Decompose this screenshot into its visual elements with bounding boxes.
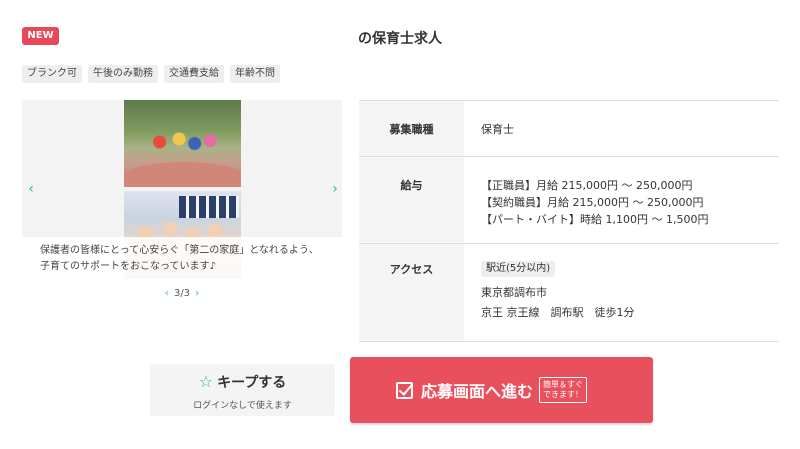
- star-outline-icon: ☆: [198, 372, 214, 391]
- apply-button[interactable]: 応募画面へ進む 簡単＆すぐ できます！: [350, 357, 653, 423]
- caption-line-1: 保護者の皆様にとって心安らぐ「第二の家庭」となれるよう、: [40, 245, 319, 256]
- tag-transport-allowance: 交通費支給: [164, 65, 224, 83]
- salary-fulltime: 【正職員】月給 215,000円 ～ 250,000円: [481, 179, 693, 192]
- pager-count: 3/3: [173, 288, 191, 299]
- tag-blank-ok: ブランク可: [22, 65, 82, 83]
- pager-next-icon[interactable]: ›: [193, 288, 201, 299]
- job-type-value: 保育士: [464, 100, 779, 157]
- job-info-table: 募集職種 保育士 給与 【正職員】月給 215,000円 ～ 250,000円 …: [359, 100, 779, 342]
- keep-main: ☆ キープする: [150, 372, 335, 392]
- row-job-type: 募集職種 保育士: [359, 100, 779, 157]
- caption-text: 保護者の皆様にとって心安らぐ「第二の家庭」となれるよう、 子育てのサポートをおこ…: [40, 243, 335, 275]
- checkbox-icon: [396, 381, 413, 399]
- carousel-next-icon[interactable]: ›: [328, 180, 342, 198]
- salary-contract: 【契約職員】月給 215,000円 ～ 250,000円: [481, 196, 704, 209]
- salary-value: 【正職員】月給 215,000円 ～ 250,000円 【契約職員】月給 215…: [464, 156, 779, 244]
- access-label: アクセス: [359, 243, 464, 342]
- access-city: 東京都調布市: [481, 286, 547, 299]
- tag-list: ブランク可 午後のみ勤務 交通費支給 年齢不問: [22, 65, 280, 83]
- caption-line-2: 子育てのサポートをおこなっています♪: [40, 261, 216, 272]
- photo-carousel: ‹ › 保護者の皆様にとって心安らぐ「第二の家庭」となれるよう、 子育てのサポー…: [22, 100, 342, 342]
- carousel-pager: ‹ 3/3 ›: [22, 288, 342, 299]
- carousel-prev-icon[interactable]: ‹: [24, 180, 38, 198]
- tag-afternoon-only: 午後のみ勤務: [88, 65, 158, 83]
- tag-age-unrestricted: 年齢不問: [230, 65, 280, 83]
- apply-label: 応募画面へ進む: [421, 382, 534, 401]
- row-salary: 給与 【正職員】月給 215,000円 ～ 250,000円 【契約職員】月給 …: [359, 156, 779, 244]
- job-type-label: 募集職種: [359, 100, 464, 157]
- salary-label: 給与: [359, 156, 464, 244]
- apply-note-line-2: できます！: [543, 390, 584, 399]
- apply-note-badge: 簡単＆すぐ できます！: [539, 377, 588, 403]
- keep-button[interactable]: ☆ キープする ログインなしで使えます: [150, 364, 335, 416]
- apply-content: 応募画面へ進む 簡単＆すぐ できます！: [396, 377, 588, 403]
- access-station: 京王 京王線 調布駅 徒歩1分: [481, 306, 635, 319]
- apply-note-line-1: 簡単＆すぐ: [543, 380, 584, 389]
- access-badge: 駅近(5分以内): [481, 261, 556, 277]
- pager-prev-icon[interactable]: ‹: [163, 288, 171, 299]
- salary-parttime: 【パート・バイト】時給 1,100円 ～ 1,500円: [481, 213, 709, 226]
- carousel-caption: 保護者の皆様にとって心安らぐ「第二の家庭」となれるよう、 子育てのサポートをおこ…: [22, 237, 342, 279]
- keep-sub-label: ログインなしで使えます: [193, 401, 292, 411]
- row-access: アクセス 駅近(5分以内) 東京都調布市 京王 京王線 調布駅 徒歩1分: [359, 243, 779, 342]
- page-title: の保育士求人: [358, 31, 442, 47]
- keep-label: キープする: [217, 375, 287, 391]
- access-value: 駅近(5分以内) 東京都調布市 京王 京王線 調布駅 徒歩1分: [464, 243, 779, 342]
- photo-children-outdoor: [124, 100, 241, 187]
